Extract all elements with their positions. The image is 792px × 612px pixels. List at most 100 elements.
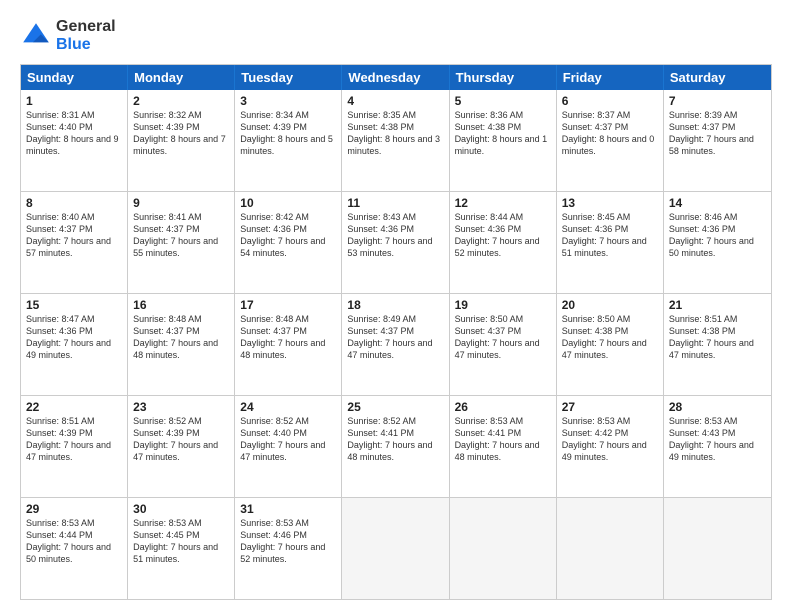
cell-info: Sunrise: 8:53 AMSunset: 4:41 PMDaylight:… (455, 415, 551, 464)
cell-info: Sunrise: 8:50 AMSunset: 4:37 PMDaylight:… (455, 313, 551, 362)
day-cell-5: 5Sunrise: 8:36 AMSunset: 4:38 PMDaylight… (450, 90, 557, 191)
empty-cell (664, 498, 771, 599)
day-cell-24: 24Sunrise: 8:52 AMSunset: 4:40 PMDayligh… (235, 396, 342, 497)
cell-info: Sunrise: 8:51 AMSunset: 4:39 PMDaylight:… (26, 415, 122, 464)
day-number: 17 (240, 298, 336, 312)
day-cell-21: 21Sunrise: 8:51 AMSunset: 4:38 PMDayligh… (664, 294, 771, 395)
day-number: 21 (669, 298, 766, 312)
calendar-row-5: 29Sunrise: 8:53 AMSunset: 4:44 PMDayligh… (21, 498, 771, 599)
day-number: 3 (240, 94, 336, 108)
day-cell-14: 14Sunrise: 8:46 AMSunset: 4:36 PMDayligh… (664, 192, 771, 293)
day-number: 24 (240, 400, 336, 414)
day-number: 29 (26, 502, 122, 516)
cell-info: Sunrise: 8:53 AMSunset: 4:45 PMDaylight:… (133, 517, 229, 566)
cell-info: Sunrise: 8:39 AMSunset: 4:37 PMDaylight:… (669, 109, 766, 158)
header-day-thursday: Thursday (450, 65, 557, 90)
day-cell-23: 23Sunrise: 8:52 AMSunset: 4:39 PMDayligh… (128, 396, 235, 497)
day-number: 23 (133, 400, 229, 414)
day-number: 20 (562, 298, 658, 312)
day-number: 11 (347, 196, 443, 210)
day-number: 27 (562, 400, 658, 414)
day-number: 16 (133, 298, 229, 312)
day-number: 15 (26, 298, 122, 312)
cell-info: Sunrise: 8:51 AMSunset: 4:38 PMDaylight:… (669, 313, 766, 362)
day-cell-3: 3Sunrise: 8:34 AMSunset: 4:39 PMDaylight… (235, 90, 342, 191)
header-day-monday: Monday (128, 65, 235, 90)
day-number: 31 (240, 502, 336, 516)
day-cell-11: 11Sunrise: 8:43 AMSunset: 4:36 PMDayligh… (342, 192, 449, 293)
day-number: 6 (562, 94, 658, 108)
cell-info: Sunrise: 8:42 AMSunset: 4:36 PMDaylight:… (240, 211, 336, 260)
cell-info: Sunrise: 8:53 AMSunset: 4:42 PMDaylight:… (562, 415, 658, 464)
calendar-row-2: 8Sunrise: 8:40 AMSunset: 4:37 PMDaylight… (21, 192, 771, 294)
day-cell-9: 9Sunrise: 8:41 AMSunset: 4:37 PMDaylight… (128, 192, 235, 293)
cell-info: Sunrise: 8:48 AMSunset: 4:37 PMDaylight:… (133, 313, 229, 362)
calendar-row-4: 22Sunrise: 8:51 AMSunset: 4:39 PMDayligh… (21, 396, 771, 498)
calendar-row-3: 15Sunrise: 8:47 AMSunset: 4:36 PMDayligh… (21, 294, 771, 396)
day-cell-25: 25Sunrise: 8:52 AMSunset: 4:41 PMDayligh… (342, 396, 449, 497)
cell-info: Sunrise: 8:52 AMSunset: 4:41 PMDaylight:… (347, 415, 443, 464)
empty-cell (342, 498, 449, 599)
logo-icon (20, 20, 52, 52)
cell-info: Sunrise: 8:50 AMSunset: 4:38 PMDaylight:… (562, 313, 658, 362)
day-cell-12: 12Sunrise: 8:44 AMSunset: 4:36 PMDayligh… (450, 192, 557, 293)
day-number: 9 (133, 196, 229, 210)
cell-info: Sunrise: 8:31 AMSunset: 4:40 PMDaylight:… (26, 109, 122, 158)
day-cell-7: 7Sunrise: 8:39 AMSunset: 4:37 PMDaylight… (664, 90, 771, 191)
cell-info: Sunrise: 8:46 AMSunset: 4:36 PMDaylight:… (669, 211, 766, 260)
day-number: 26 (455, 400, 551, 414)
cell-info: Sunrise: 8:53 AMSunset: 4:46 PMDaylight:… (240, 517, 336, 566)
day-number: 1 (26, 94, 122, 108)
header: General Blue (20, 18, 772, 54)
day-number: 12 (455, 196, 551, 210)
header-day-sunday: Sunday (21, 65, 128, 90)
day-cell-17: 17Sunrise: 8:48 AMSunset: 4:37 PMDayligh… (235, 294, 342, 395)
calendar-row-1: 1Sunrise: 8:31 AMSunset: 4:40 PMDaylight… (21, 90, 771, 192)
day-number: 2 (133, 94, 229, 108)
cell-info: Sunrise: 8:43 AMSunset: 4:36 PMDaylight:… (347, 211, 443, 260)
day-number: 5 (455, 94, 551, 108)
day-cell-20: 20Sunrise: 8:50 AMSunset: 4:38 PMDayligh… (557, 294, 664, 395)
day-cell-10: 10Sunrise: 8:42 AMSunset: 4:36 PMDayligh… (235, 192, 342, 293)
cell-info: Sunrise: 8:40 AMSunset: 4:37 PMDaylight:… (26, 211, 122, 260)
day-cell-6: 6Sunrise: 8:37 AMSunset: 4:37 PMDaylight… (557, 90, 664, 191)
day-cell-4: 4Sunrise: 8:35 AMSunset: 4:38 PMDaylight… (342, 90, 449, 191)
day-cell-2: 2Sunrise: 8:32 AMSunset: 4:39 PMDaylight… (128, 90, 235, 191)
cell-info: Sunrise: 8:36 AMSunset: 4:38 PMDaylight:… (455, 109, 551, 158)
cell-info: Sunrise: 8:52 AMSunset: 4:40 PMDaylight:… (240, 415, 336, 464)
day-number: 13 (562, 196, 658, 210)
day-number: 19 (455, 298, 551, 312)
day-cell-31: 31Sunrise: 8:53 AMSunset: 4:46 PMDayligh… (235, 498, 342, 599)
day-number: 18 (347, 298, 443, 312)
day-number: 8 (26, 196, 122, 210)
cell-info: Sunrise: 8:32 AMSunset: 4:39 PMDaylight:… (133, 109, 229, 158)
cell-info: Sunrise: 8:52 AMSunset: 4:39 PMDaylight:… (133, 415, 229, 464)
calendar-header: SundayMondayTuesdayWednesdayThursdayFrid… (21, 65, 771, 90)
logo-text: General Blue (56, 18, 116, 54)
calendar-body: 1Sunrise: 8:31 AMSunset: 4:40 PMDaylight… (21, 90, 771, 599)
day-cell-26: 26Sunrise: 8:53 AMSunset: 4:41 PMDayligh… (450, 396, 557, 497)
header-day-saturday: Saturday (664, 65, 771, 90)
day-number: 28 (669, 400, 766, 414)
day-cell-29: 29Sunrise: 8:53 AMSunset: 4:44 PMDayligh… (21, 498, 128, 599)
cell-info: Sunrise: 8:49 AMSunset: 4:37 PMDaylight:… (347, 313, 443, 362)
day-cell-16: 16Sunrise: 8:48 AMSunset: 4:37 PMDayligh… (128, 294, 235, 395)
calendar: SundayMondayTuesdayWednesdayThursdayFrid… (20, 64, 772, 600)
day-number: 14 (669, 196, 766, 210)
day-number: 25 (347, 400, 443, 414)
cell-info: Sunrise: 8:48 AMSunset: 4:37 PMDaylight:… (240, 313, 336, 362)
day-cell-30: 30Sunrise: 8:53 AMSunset: 4:45 PMDayligh… (128, 498, 235, 599)
header-day-wednesday: Wednesday (342, 65, 449, 90)
day-number: 10 (240, 196, 336, 210)
day-cell-28: 28Sunrise: 8:53 AMSunset: 4:43 PMDayligh… (664, 396, 771, 497)
day-cell-18: 18Sunrise: 8:49 AMSunset: 4:37 PMDayligh… (342, 294, 449, 395)
day-cell-27: 27Sunrise: 8:53 AMSunset: 4:42 PMDayligh… (557, 396, 664, 497)
day-cell-1: 1Sunrise: 8:31 AMSunset: 4:40 PMDaylight… (21, 90, 128, 191)
day-number: 30 (133, 502, 229, 516)
day-cell-8: 8Sunrise: 8:40 AMSunset: 4:37 PMDaylight… (21, 192, 128, 293)
cell-info: Sunrise: 8:47 AMSunset: 4:36 PMDaylight:… (26, 313, 122, 362)
header-day-friday: Friday (557, 65, 664, 90)
cell-info: Sunrise: 8:34 AMSunset: 4:39 PMDaylight:… (240, 109, 336, 158)
cell-info: Sunrise: 8:35 AMSunset: 4:38 PMDaylight:… (347, 109, 443, 158)
day-number: 7 (669, 94, 766, 108)
